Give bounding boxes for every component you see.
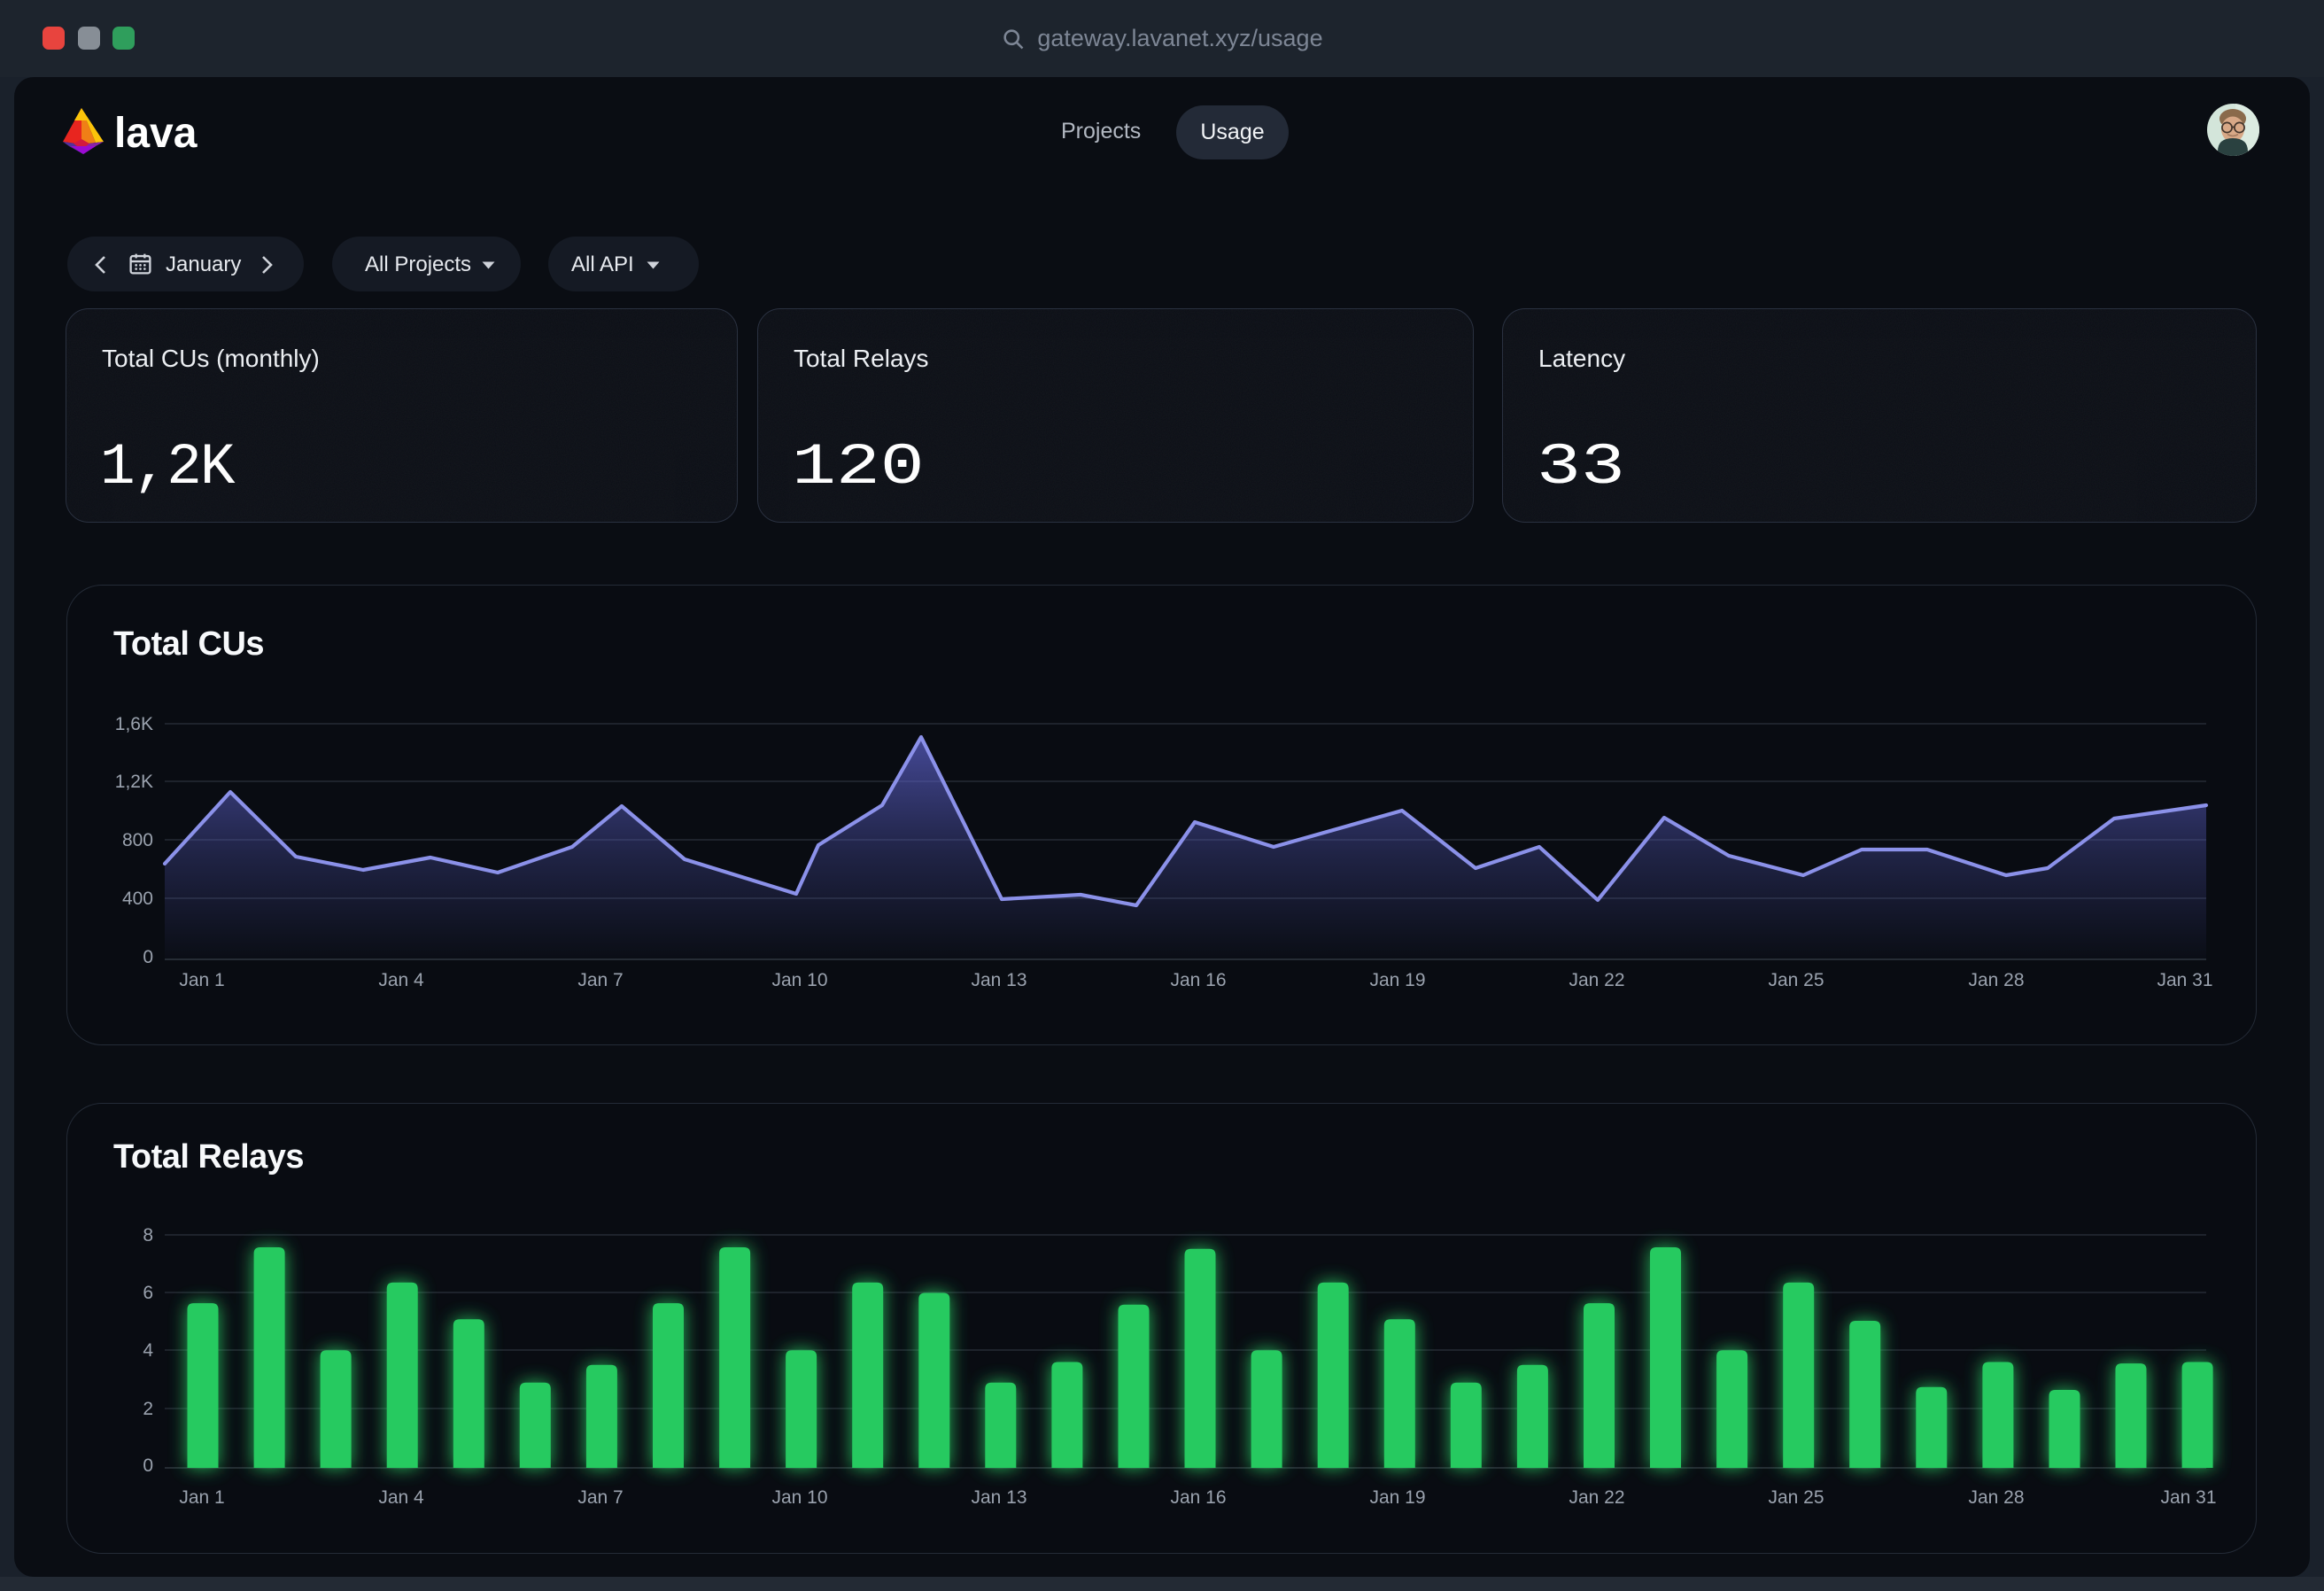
svg-text:Jan 13: Jan 13 <box>971 1487 1026 1508</box>
svg-text:Jan 1: Jan 1 <box>179 970 224 990</box>
svg-text:Jan 19: Jan 19 <box>1369 1487 1425 1508</box>
svg-text:1,2K: 1,2K <box>115 772 153 792</box>
svg-text:Jan 28: Jan 28 <box>1968 1487 2024 1508</box>
svg-text:400: 400 <box>122 889 153 909</box>
svg-text:Jan 16: Jan 16 <box>1170 970 1226 990</box>
svg-text:0: 0 <box>143 947 153 967</box>
svg-text:6: 6 <box>143 1283 153 1303</box>
svg-text:2: 2 <box>143 1399 153 1419</box>
svg-text:Jan 31: Jan 31 <box>2157 970 2212 990</box>
svg-text:Jan 4: Jan 4 <box>378 1487 424 1508</box>
svg-text:Jan 10: Jan 10 <box>771 970 827 990</box>
svg-text:Jan 7: Jan 7 <box>577 970 623 990</box>
svg-text:1,6K: 1,6K <box>115 714 153 734</box>
svg-text:Jan 28: Jan 28 <box>1968 970 2024 990</box>
svg-text:Jan 13: Jan 13 <box>971 970 1026 990</box>
svg-text:Jan 25: Jan 25 <box>1768 1487 1824 1508</box>
svg-text:Jan 4: Jan 4 <box>378 970 424 990</box>
svg-text:Jan 10: Jan 10 <box>771 1487 827 1508</box>
svg-text:Jan 22: Jan 22 <box>1569 1487 1624 1508</box>
svg-text:Jan 31: Jan 31 <box>2160 1487 2216 1508</box>
svg-text:Jan 19: Jan 19 <box>1369 970 1425 990</box>
svg-text:8: 8 <box>143 1225 153 1246</box>
svg-text:4: 4 <box>143 1340 153 1361</box>
svg-text:800: 800 <box>122 830 153 850</box>
svg-text:Jan 22: Jan 22 <box>1569 970 1624 990</box>
svg-text:Jan 7: Jan 7 <box>577 1487 623 1508</box>
svg-text:Jan 1: Jan 1 <box>179 1487 224 1508</box>
svg-text:Jan 25: Jan 25 <box>1768 970 1824 990</box>
svg-text:0: 0 <box>143 1455 153 1476</box>
svg-text:Jan 16: Jan 16 <box>1170 1487 1226 1508</box>
